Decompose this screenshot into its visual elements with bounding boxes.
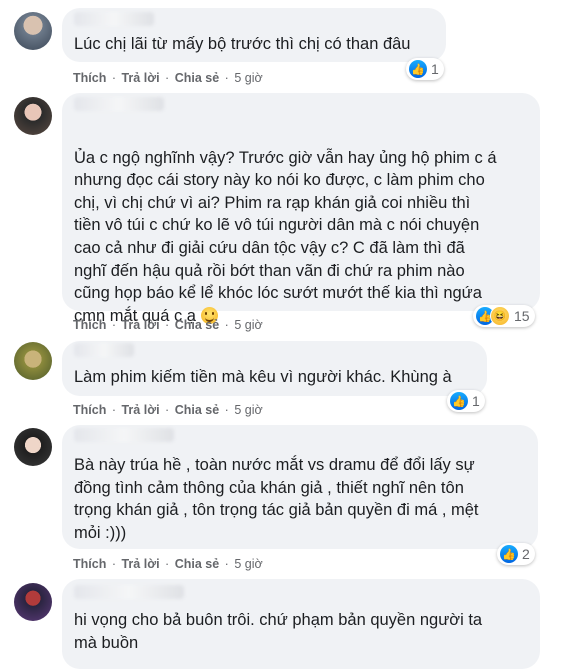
reaction-summary[interactable]: 👍 1 [406, 58, 444, 80]
comment-text: Làm phim kiếm tiền mà kêu vì người khác.… [74, 368, 452, 386]
comment-bubble: hi vọng cho bả buôn trôi. chứ phạm bản q… [62, 579, 540, 669]
reaction-count: 1 [431, 61, 439, 77]
share-link[interactable]: Chia sẻ [175, 403, 219, 417]
avatar[interactable] [14, 428, 52, 466]
avatar[interactable] [14, 12, 52, 50]
comment-text: Bà này trúa hề , toàn nước mắt vs dramu … [74, 456, 479, 542]
comment-bubble: Làm phim kiếm tiền mà kêu vì người khác.… [62, 341, 487, 396]
share-link[interactable]: Chia sẻ [175, 557, 219, 571]
reaction-count: 15 [514, 308, 530, 324]
comment-text: hi vọng cho bả buôn trôi. chứ phạm bản q… [74, 611, 483, 652]
timestamp[interactable]: 5 giờ [234, 557, 262, 571]
comment-actions: Thích · Trả lời · Chia sẻ · 5 giờ [73, 71, 263, 85]
comment-actions: Thích · Trả lời · Chia sẻ · 5 giờ [73, 403, 263, 417]
share-link[interactable]: Chia sẻ [175, 71, 219, 85]
like-reaction-icon: 👍 [500, 545, 518, 563]
like-link[interactable]: Thích [73, 403, 106, 417]
share-link[interactable]: Chia sẻ [175, 318, 219, 332]
reply-link[interactable]: Trả lời [121, 318, 159, 332]
author-name[interactable] [74, 12, 154, 26]
reply-link[interactable]: Trả lời [121, 71, 159, 85]
author-name[interactable] [74, 585, 184, 599]
like-link[interactable]: Thích [73, 557, 106, 571]
author-name[interactable] [74, 343, 134, 357]
timestamp[interactable]: 5 giờ [234, 71, 262, 85]
author-name[interactable] [74, 428, 174, 442]
reaction-summary[interactable]: 👍 😆 15 [473, 305, 535, 327]
like-link[interactable]: Thích [73, 71, 106, 85]
reaction-summary[interactable]: 👍 2 [497, 543, 535, 565]
haha-reaction-icon: 😆 [490, 306, 510, 326]
reaction-summary[interactable]: 👍 1 [447, 390, 485, 412]
like-reaction-icon: 👍 [450, 392, 468, 410]
timestamp[interactable]: 5 giờ [234, 318, 262, 332]
like-reaction-icon: 👍 [409, 60, 427, 78]
comment-text: Lúc chị lãi từ mấy bộ trước thì chị có t… [74, 35, 411, 53]
reaction-count: 1 [472, 393, 480, 409]
avatar[interactable] [14, 583, 52, 621]
comment-actions: Thích · Trả lời · Chia sẻ · 5 giờ [73, 318, 263, 332]
reply-link[interactable]: Trả lời [121, 403, 159, 417]
comment-bubble: Lúc chị lãi từ mấy bộ trước thì chị có t… [62, 8, 446, 62]
avatar[interactable] [14, 97, 52, 135]
like-link[interactable]: Thích [73, 318, 106, 332]
comment-text: Ủa c ngộ nghĩnh vậy? Trước giờ vẫn hay ủ… [74, 148, 497, 325]
timestamp[interactable]: 5 giờ [234, 403, 262, 417]
reaction-count: 2 [522, 546, 530, 562]
reply-link[interactable]: Trả lời [121, 557, 159, 571]
avatar[interactable] [14, 342, 52, 380]
author-name[interactable] [74, 97, 164, 111]
comment-bubble: Ủa c ngộ nghĩnh vậy? Trước giờ vẫn hay ủ… [62, 93, 540, 325]
comment-actions: Thích · Trả lời · Chia sẻ · 5 giờ [73, 557, 263, 571]
comment-bubble: Bà này trúa hề , toàn nước mắt vs dramu … [62, 425, 538, 549]
